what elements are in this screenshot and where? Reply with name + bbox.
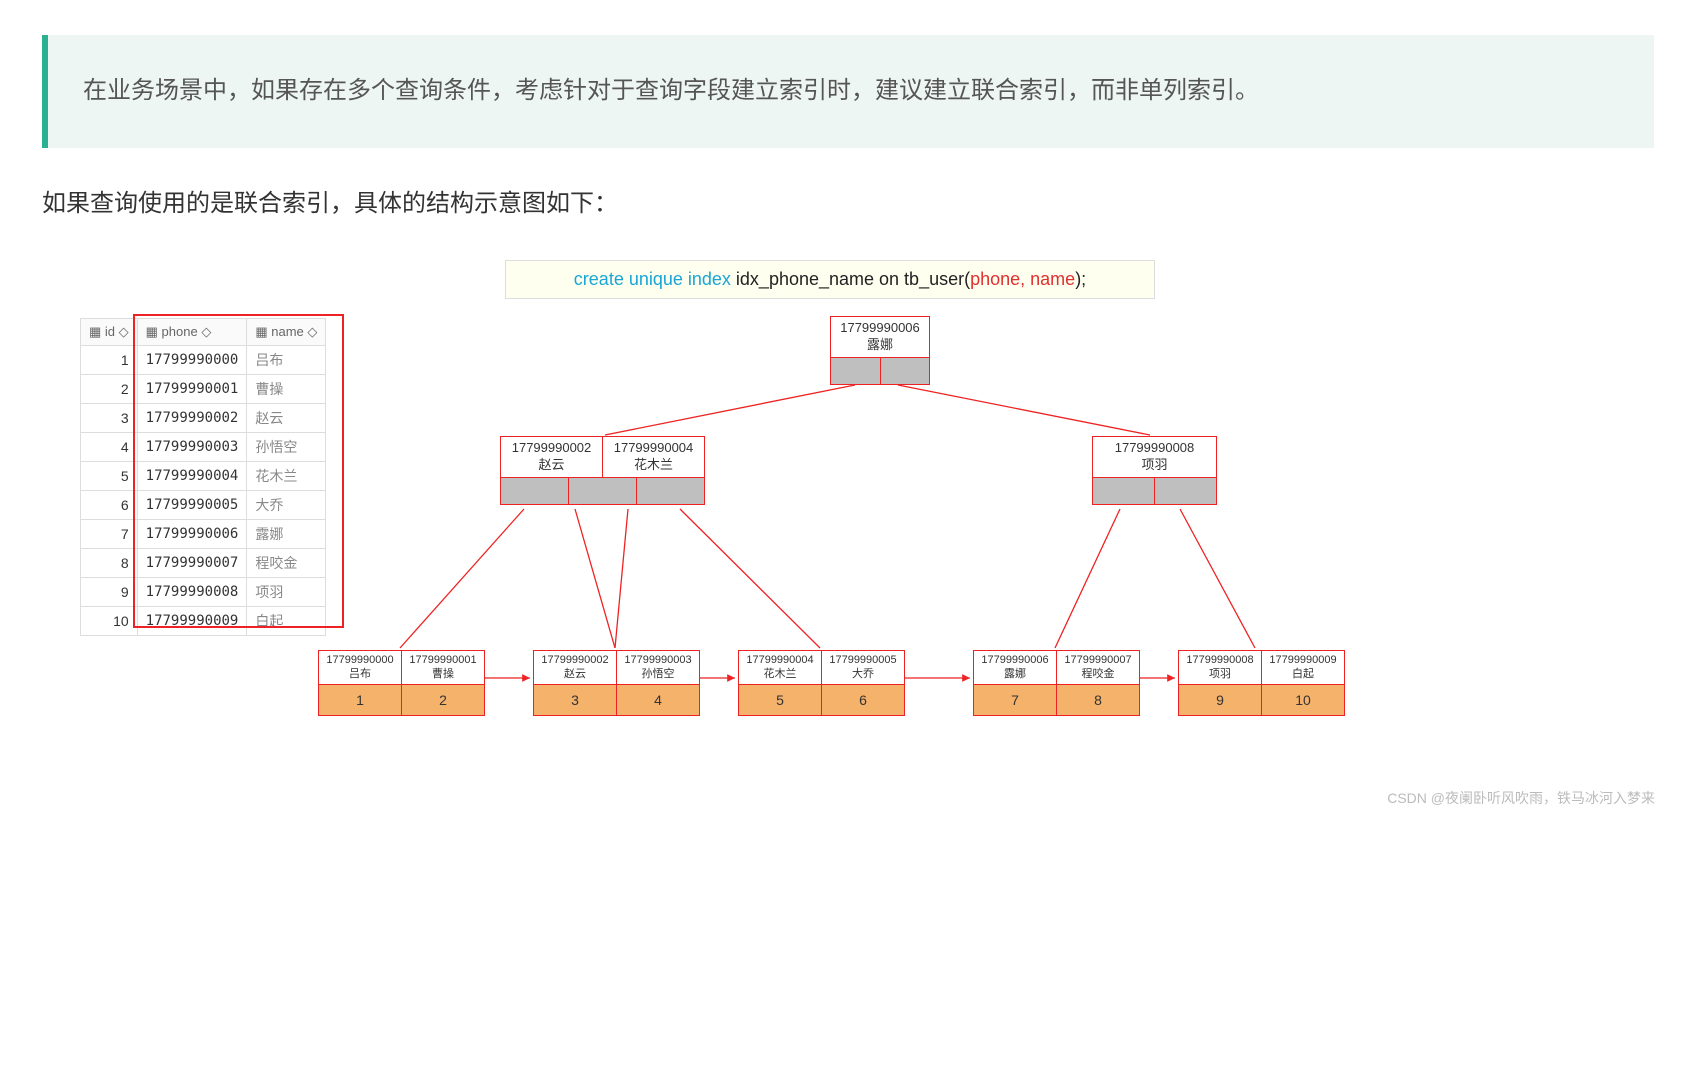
btree-root: 17799990006露娜 (830, 316, 930, 385)
table-row: 617799990005大乔 (81, 490, 326, 519)
table-row: 817799990007程咬金 (81, 548, 326, 577)
col-name: ▦ name ◇ (247, 318, 326, 345)
table-row: 217799990001曹操 (81, 374, 326, 403)
btree-leaf: 17799990008项羽17799990009白起910 (1178, 650, 1345, 717)
col-phone: ▦ phone ◇ (137, 318, 247, 345)
btree-internal-left: 17799990002赵云 17799990004花木兰 (500, 436, 705, 505)
btree-leaf: 17799990006露娜17799990007程咬金78 (973, 650, 1140, 717)
sql-body: idx_phone_name on tb_user( (736, 269, 970, 289)
section-subtitle: 如果查询使用的是联合索引，具体的结构示意图如下： (42, 183, 1654, 218)
btree-internal-right: 17799990008项羽 (1092, 436, 1217, 505)
sql-statement: create unique index idx_phone_name on tb… (505, 260, 1155, 299)
btree-leaf: 17799990004花木兰17799990005大乔56 (738, 650, 905, 717)
table-row: 417799990003孙悟空 (81, 432, 326, 461)
btree-leaf: 17799990002赵云17799990003孙悟空34 (533, 650, 700, 717)
btree-leaf: 17799990000吕布17799990001曹操12 (318, 650, 485, 717)
diagram: create unique index idx_phone_name on tb… (20, 248, 1680, 808)
table-row: 317799990002赵云 (81, 403, 326, 432)
table-row: 917799990008项羽 (81, 577, 326, 606)
table-row: 717799990006露娜 (81, 519, 326, 548)
sql-keyword: create unique index (574, 269, 736, 289)
source-data-table: ▦ id ◇ ▦ phone ◇ ▦ name ◇ 117799990000吕布… (80, 318, 326, 636)
watermark: CSDN @夜阑卧听风吹雨，铁马冰河入梦来 (1387, 788, 1655, 808)
col-id: ▦ id ◇ (81, 318, 138, 345)
table-row: 117799990000吕布 (81, 345, 326, 374)
sql-columns: phone, name (970, 269, 1075, 289)
info-callout: 在业务场景中，如果存在多个查询条件，考虑针对于查询字段建立索引时，建议建立联合索… (42, 35, 1654, 148)
table-row: 517799990004花木兰 (81, 461, 326, 490)
sql-end: ); (1075, 269, 1086, 289)
table-row: 1017799990009白起 (81, 606, 326, 635)
